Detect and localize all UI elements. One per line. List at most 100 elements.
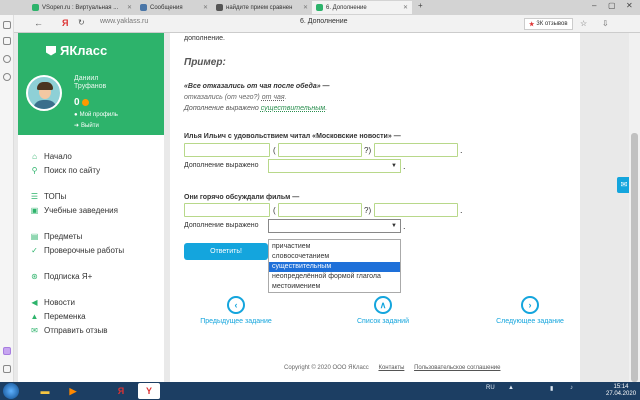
close-icon[interactable]: ✕ <box>203 4 208 11</box>
answer-button[interactable]: Ответить! <box>184 243 268 260</box>
collections-icon[interactable] <box>3 37 11 45</box>
browser-tab-1[interactable]: VSopen.ru : Виртуальная ... ✕ <box>28 1 136 14</box>
user-last-name: Труфанов <box>74 83 107 90</box>
sidebar-item-news[interactable]: ◀ Новости <box>18 295 164 309</box>
building-icon: ▣ <box>30 205 39 215</box>
new-tab-icon[interactable]: + <box>418 1 423 10</box>
browser-tab-4[interactable]: 6. Дополнение ✕ <box>312 1 412 14</box>
chevron-down-icon: ▼ <box>391 223 397 229</box>
reviews-label: 3К отзывов <box>536 21 568 27</box>
browser-tab-3[interactable]: найдите прием сравнен ✕ <box>212 1 312 14</box>
browser-tab-2[interactable]: Сообщения ✕ <box>136 1 212 14</box>
sidebar-item-break[interactable]: ▲ Переменка <box>18 309 164 323</box>
site-sidebar: ЯКласс Даниил Труфанов 0 ● Мой профиль ➜… <box>18 33 164 382</box>
tab-favicon-icon <box>32 4 39 11</box>
grid-icon[interactable] <box>3 21 11 29</box>
question-1-complement-input[interactable] <box>374 143 458 157</box>
sidebar-item-tops[interactable]: ☰ ТОПы <box>18 189 164 203</box>
url-field[interactable]: www.yaklass.ru <box>100 18 148 25</box>
next-task-nav[interactable]: › Следующее задание <box>490 296 570 325</box>
question-1-paren-open: ( <box>273 146 276 155</box>
maximize-icon[interactable]: ▢ <box>608 1 616 10</box>
example-analysis: отказались (от чего?) от чая. <box>184 94 287 101</box>
back-arrow-icon[interactable]: ← <box>34 18 43 28</box>
system-clock[interactable]: 15:14 27.04.2020 <box>606 384 636 398</box>
sidebar-item-tests[interactable]: ✓ Проверочные работы <box>18 243 164 257</box>
prev-task-nav[interactable]: ‹ Предыдущее задание <box>198 296 274 325</box>
reviews-badge[interactable]: ★ 3К отзывов <box>524 18 573 30</box>
page-footer: Copyright © 2020 ООО ЯКласс Контакты Пол… <box>284 365 500 371</box>
volume-icon[interactable]: ♪ <box>570 385 573 391</box>
add-panel-icon[interactable] <box>3 365 11 373</box>
minimize-icon[interactable]: – <box>592 1 596 10</box>
coin-icon <box>81 99 89 106</box>
sidebar-item-home[interactable]: ⌂ Начало <box>18 149 164 163</box>
language-indicator[interactable]: RU <box>486 385 495 391</box>
sidebar-item-subscription[interactable]: ⊛ Подписка Я+ <box>18 269 164 283</box>
dropdown-option-highlighted[interactable]: существительным <box>269 262 400 272</box>
media-player-icon[interactable]: ▶ <box>62 383 84 399</box>
tab-favicon-icon <box>140 4 147 11</box>
task-list-nav[interactable]: ∧ Список заданий <box>350 296 416 325</box>
bookmark-icon[interactable]: ☆ <box>580 19 587 28</box>
app-icon[interactable] <box>3 347 11 355</box>
logout-link[interactable]: ➜ Выйти <box>74 122 99 130</box>
avatar-body <box>33 100 57 109</box>
scrollbar-thumb[interactable] <box>631 133 638 382</box>
sidebar-item-subjects[interactable]: ▤ Предметы <box>18 229 164 243</box>
sidebar-menu-main: ⌂ Начало ⚲ Поиск по сайту <box>18 149 164 177</box>
sidebar-item-search[interactable]: ⚲ Поиск по сайту <box>18 163 164 177</box>
question-2-complement-input[interactable] <box>374 203 458 217</box>
refresh-icon[interactable]: ↻ <box>78 18 85 27</box>
close-icon[interactable]: ✕ <box>403 4 408 11</box>
question-2-question-input[interactable] <box>278 203 362 217</box>
example-sentence: «Все отказались от чая после обеда» — <box>184 83 330 90</box>
example-expr-suffix: . <box>325 105 328 112</box>
network-icon[interactable]: ▮ <box>550 385 553 392</box>
download-icon[interactable]: ⇩ <box>602 19 609 28</box>
windows-start-icon[interactable] <box>3 383 19 399</box>
yandex-browser-icon[interactable]: Y <box>138 383 160 399</box>
question-1-word-input[interactable] <box>184 143 270 157</box>
close-icon[interactable]: ✕ <box>127 4 132 11</box>
windows-taskbar: ▬ ▶ Я Y RU ▲ ▮ ♪ 15:14 27.04.2020 <box>0 382 640 400</box>
yandex-app-icon[interactable]: Я <box>110 383 132 399</box>
dropdown-option[interactable]: неопределённой формой глагола <box>269 272 400 282</box>
dropdown-option[interactable]: причастием <box>269 242 400 252</box>
sidebar-menu-subjects: ▤ Предметы ✓ Проверочные работы <box>18 229 164 257</box>
avatar[interactable] <box>26 75 62 111</box>
tab-label: Сообщения <box>150 4 183 11</box>
copyright-text: Copyright © 2020 ООО ЯКласс <box>284 365 369 371</box>
close-window-icon[interactable]: ✕ <box>626 1 633 10</box>
close-icon[interactable]: ✕ <box>303 4 308 11</box>
question-2-paren-open: ( <box>273 206 276 215</box>
chevron-up-icon: ∧ <box>374 296 392 314</box>
question-2-expr-select[interactable]: ▼ <box>268 219 401 233</box>
my-profile-link[interactable]: ● Мой профиль <box>74 112 118 118</box>
alice-icon[interactable] <box>3 55 11 63</box>
sidebar-item-feedback[interactable]: ✉ Отправить отзыв <box>18 323 164 337</box>
example-expr-prefix: Дополнение выражено <box>184 105 261 112</box>
page-scrollbar[interactable] <box>629 33 640 382</box>
sidebar-item-label: Поиск по сайту <box>44 165 101 175</box>
star-icon: ★ <box>529 21 535 28</box>
question-1-select-period: . <box>403 161 406 171</box>
question-2-word-input[interactable] <box>184 203 270 217</box>
play-icon[interactable] <box>3 73 11 81</box>
yaklass-logo[interactable]: ЯКласс <box>46 43 107 58</box>
dropdown-option[interactable]: местоимением <box>269 282 400 292</box>
question-1-expr-select[interactable]: ▼ <box>268 159 401 173</box>
contacts-link[interactable]: Контакты <box>378 365 404 371</box>
sidebar-item-label: Предметы <box>44 231 83 241</box>
prev-task-label: Предыдущее задание <box>200 318 272 325</box>
dropdown-option[interactable]: словосочетанием <box>269 252 400 262</box>
sidebar-item-label: Отправить отзыв <box>44 325 108 335</box>
tray-arrow-icon[interactable]: ▲ <box>508 385 514 391</box>
agreement-link[interactable]: Пользовательское соглашение <box>414 365 500 371</box>
explorer-icon[interactable]: ▬ <box>34 383 56 399</box>
yandex-logo-icon[interactable]: Я <box>62 18 68 28</box>
question-1-question-input[interactable] <box>278 143 362 157</box>
clock-date: 27.04.2020 <box>606 391 637 397</box>
sidebar-item-schools[interactable]: ▣ Учебные заведения <box>18 203 164 217</box>
sidebar-item-label: Учебные заведения <box>44 205 118 215</box>
